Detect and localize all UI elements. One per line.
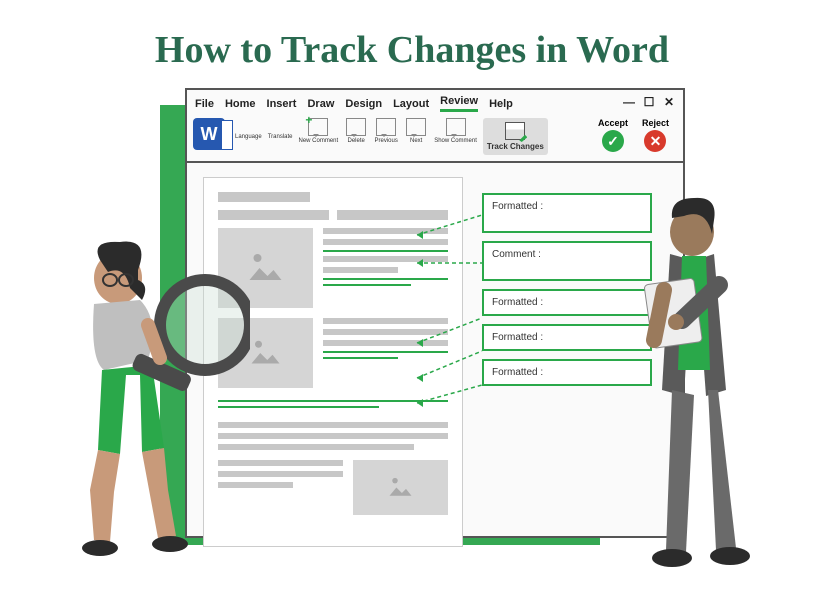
document-canvas: Formatted : Comment : Formatted : Format… [187, 163, 683, 529]
word-logo-icon: W [193, 118, 225, 150]
accept-label: Accept [598, 118, 628, 128]
image-placeholder-icon [353, 460, 448, 515]
menu-bar: File Home Insert Draw Design Layout Revi… [187, 90, 683, 114]
delete-icon [346, 118, 366, 136]
close-button[interactable]: ✕ [661, 94, 677, 110]
text-placeholder [323, 228, 448, 234]
text-placeholder [323, 340, 448, 346]
menu-review[interactable]: Review [440, 95, 478, 112]
balloon-label: Formatted : [492, 367, 543, 378]
next-icon [406, 118, 426, 136]
tracked-change-line [323, 357, 398, 359]
text-placeholder [323, 256, 448, 262]
language-button[interactable]: Language [235, 118, 262, 140]
text-placeholder [218, 422, 448, 428]
delete-comment-button[interactable]: Delete [344, 118, 368, 144]
menu-draw[interactable]: Draw [307, 98, 334, 110]
heading-placeholder [218, 192, 310, 202]
person-left-illustration [30, 230, 250, 570]
show-comment-button[interactable]: Show Comment [434, 118, 477, 144]
track-changes-button[interactable]: Track Changes [483, 118, 548, 155]
menu-home[interactable]: Home [225, 98, 256, 110]
window-controls: — ☐ ✕ [621, 94, 677, 110]
maximize-button[interactable]: ☐ [641, 94, 657, 110]
menu-design[interactable]: Design [345, 98, 382, 110]
tracked-change-line [323, 278, 448, 280]
track-changes-icon [505, 122, 525, 140]
balloon-label: Comment : [492, 249, 541, 260]
previous-button[interactable]: Previous [374, 118, 398, 144]
accept-button[interactable]: Accept ✓ [598, 118, 628, 152]
previous-icon [376, 118, 396, 136]
tracked-change-line [323, 351, 448, 353]
page-title: How to Track Changes in Word [0, 0, 824, 72]
person-right-illustration [614, 190, 794, 580]
show-comment-icon [446, 118, 466, 136]
word-app-window: File Home Insert Draw Design Layout Revi… [185, 88, 685, 538]
next-button[interactable]: Next [404, 118, 428, 144]
text-placeholder [337, 210, 448, 220]
balloon-label: Formatted : [492, 297, 543, 308]
language-label: Language [235, 134, 262, 140]
translate-label: Translate [268, 134, 293, 140]
accept-icon: ✓ [602, 130, 624, 152]
track-changes-label: Track Changes [487, 142, 544, 151]
balloon-label: Formatted : [492, 332, 543, 343]
reject-label: Reject [642, 118, 669, 128]
translate-button[interactable]: Translate [268, 118, 293, 140]
tracked-change-line [218, 400, 448, 402]
new-comment-icon [308, 118, 328, 136]
text-placeholder [218, 210, 329, 220]
ribbon-toolbar: W Language Translate New Comment Delete … [187, 114, 683, 163]
tracked-change-line [323, 250, 448, 252]
menu-help[interactable]: Help [489, 98, 513, 110]
text-placeholder [323, 318, 448, 324]
balloon-label: Formatted : [492, 201, 543, 212]
tracked-change-line [323, 284, 411, 286]
text-placeholder [323, 267, 398, 273]
reject-button[interactable]: Reject ✕ [642, 118, 669, 152]
menu-insert[interactable]: Insert [267, 98, 297, 110]
menu-layout[interactable]: Layout [393, 98, 429, 110]
reject-icon: ✕ [644, 130, 666, 152]
minimize-button[interactable]: — [621, 94, 637, 110]
new-comment-button[interactable]: New Comment [299, 118, 339, 144]
menu-file[interactable]: File [195, 98, 214, 110]
text-placeholder [323, 329, 448, 335]
text-placeholder [218, 433, 448, 439]
text-placeholder [323, 239, 448, 245]
